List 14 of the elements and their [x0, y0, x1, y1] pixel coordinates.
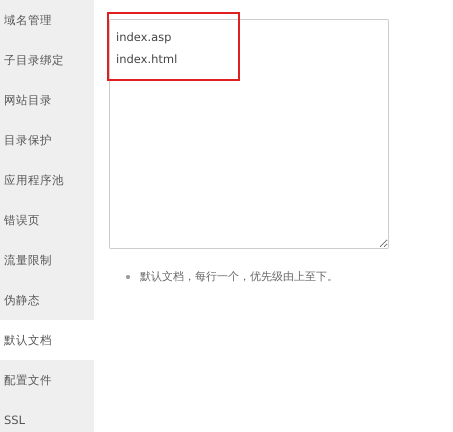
sidebar-item[interactable]: 配置文件: [0, 360, 94, 400]
sidebar-item[interactable]: 域名管理: [0, 0, 94, 40]
sidebar-item[interactable]: SSL: [0, 400, 94, 432]
sidebar-item[interactable]: 默认文档: [0, 320, 94, 360]
sidebar-item[interactable]: 流量限制: [0, 240, 94, 280]
sidebar-item[interactable]: 应用程序池: [0, 160, 94, 200]
hint-text: 默认文档，每行一个，优先级由上至下。: [140, 269, 338, 284]
sidebar-item[interactable]: 子目录绑定: [0, 40, 94, 80]
bullet-icon: [126, 274, 130, 278]
sidebar-item[interactable]: 目录保护: [0, 120, 94, 160]
sidebar-item[interactable]: 网站目录: [0, 80, 94, 120]
sidebar-item[interactable]: 伪静态: [0, 280, 94, 320]
sidebar-item[interactable]: 错误页: [0, 200, 94, 240]
default-documents-field[interactable]: index.asp index.html: [109, 19, 389, 249]
